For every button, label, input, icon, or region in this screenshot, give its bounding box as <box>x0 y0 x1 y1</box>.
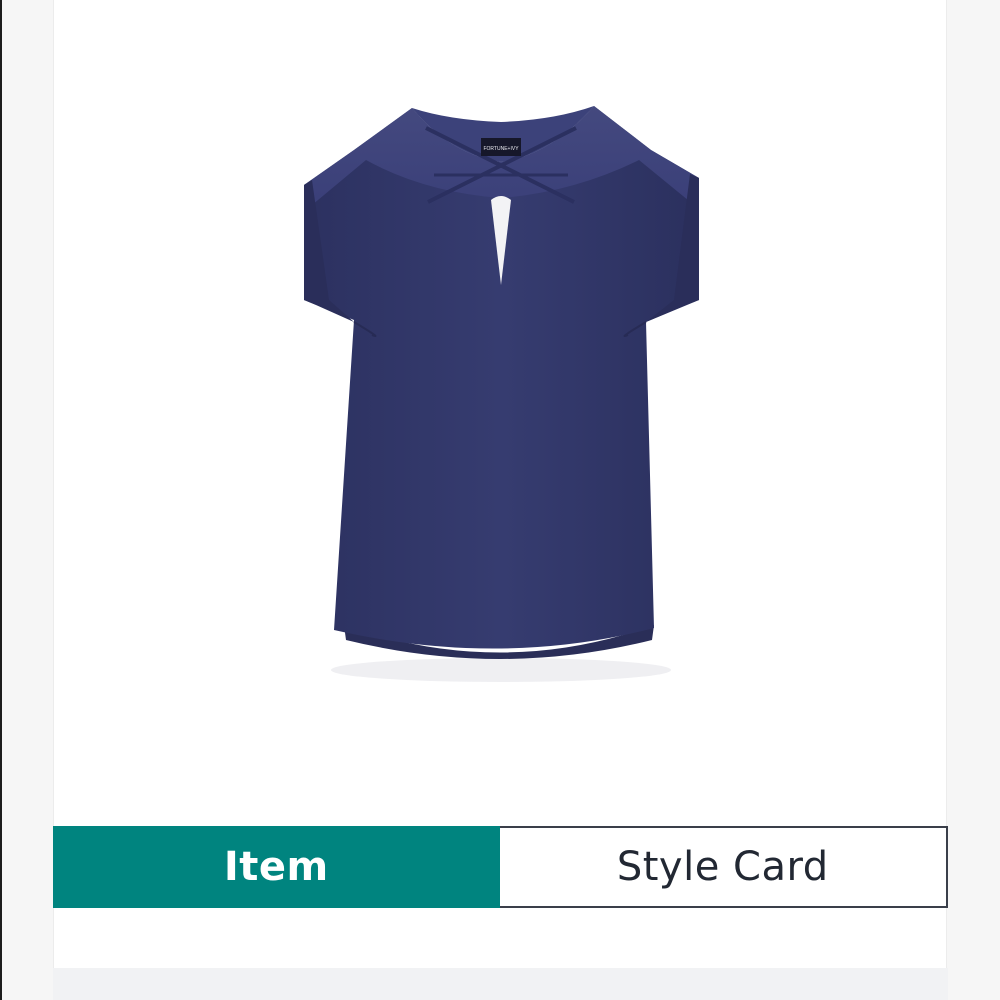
blouse-illustration: FORTUNE+IVY <box>304 106 699 682</box>
window-edge-divider <box>0 0 2 1000</box>
brand-tag-text: FORTUNE+IVY <box>483 146 519 152</box>
view-toggle: Item Style Card <box>53 826 948 908</box>
garment-shadow <box>331 658 671 682</box>
details-panel <box>53 968 948 1000</box>
style-card-tab[interactable]: Style Card <box>499 826 948 908</box>
product-photo: FORTUNE+IVY <box>54 0 948 826</box>
item-tab[interactable]: Item <box>53 826 500 908</box>
